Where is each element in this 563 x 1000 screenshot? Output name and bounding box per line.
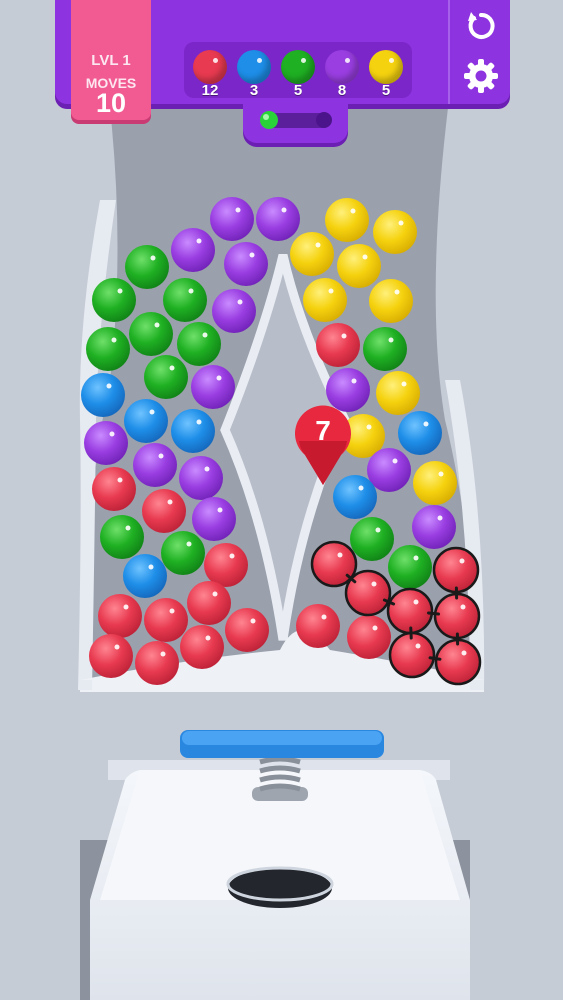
blue-ball[interactable] — [398, 411, 442, 455]
level-card: LVL 1 MOVES 10 — [71, 0, 151, 120]
red-ball-icon — [193, 50, 227, 84]
yellow-ball[interactable] — [413, 461, 457, 505]
red-ball[interactable] — [98, 594, 142, 638]
yellow-ball[interactable] — [369, 279, 413, 323]
green-ball[interactable] — [125, 245, 169, 289]
level-label: LVL 1 — [91, 52, 131, 69]
green-ball-icon — [281, 50, 315, 84]
counter-yellow: 5 — [364, 50, 408, 99]
green-ball[interactable] — [129, 312, 173, 356]
restart-button[interactable] — [460, 6, 502, 46]
counter-blue: 3 — [232, 50, 276, 99]
plunger-button-top — [182, 731, 382, 745]
yellow-ball[interactable] — [373, 210, 417, 254]
yellow-ball-icon — [369, 50, 403, 84]
blue-ball-icon — [237, 50, 271, 84]
blue-ball[interactable] — [171, 409, 215, 453]
gear-icon — [464, 59, 498, 93]
counter-blue-value: 3 — [249, 82, 259, 99]
settings-button[interactable] — [460, 56, 502, 96]
purple-ball[interactable] — [212, 289, 256, 333]
selection-count: 7 — [315, 415, 331, 446]
green-ball[interactable] — [86, 327, 130, 371]
red-ball[interactable] — [347, 615, 391, 659]
green-ball[interactable] — [177, 322, 221, 366]
progress-goal-icon — [316, 112, 332, 128]
green-ball[interactable] — [92, 278, 136, 322]
purple-ball[interactable] — [171, 228, 215, 272]
red-ball[interactable] — [204, 543, 248, 587]
counter-red: 12 — [188, 50, 232, 99]
launcher — [80, 730, 470, 1000]
selected-red-ball[interactable] — [344, 569, 392, 617]
red-ball[interactable] — [225, 608, 269, 652]
side-buttons — [448, 0, 512, 104]
green-ball[interactable] — [363, 327, 407, 371]
yellow-ball[interactable] — [303, 278, 347, 322]
selection-link — [427, 611, 440, 616]
purple-ball[interactable] — [192, 497, 236, 541]
green-ball[interactable] — [350, 517, 394, 561]
selection-link — [428, 656, 442, 661]
blue-ball[interactable] — [81, 373, 125, 417]
purple-ball-icon — [325, 50, 359, 84]
purple-ball[interactable] — [84, 421, 128, 465]
purple-ball[interactable] — [256, 197, 300, 241]
selection-count-badge: 7 — [291, 401, 355, 487]
purple-ball[interactable] — [179, 456, 223, 500]
red-ball[interactable] — [144, 598, 188, 642]
red-ball[interactable] — [92, 467, 136, 511]
counter-green-value: 5 — [293, 82, 303, 99]
container-rim — [80, 680, 484, 692]
green-ball[interactable] — [100, 515, 144, 559]
purple-ball[interactable] — [224, 242, 268, 286]
selected-red-ball[interactable] — [432, 546, 480, 594]
green-ball[interactable] — [388, 545, 432, 589]
selected-red-ball[interactable] — [434, 638, 482, 686]
counter-purple-value: 8 — [337, 82, 347, 99]
yellow-ball[interactable] — [325, 198, 369, 242]
red-ball[interactable] — [180, 625, 224, 669]
red-ball[interactable] — [316, 323, 360, 367]
blue-ball[interactable] — [124, 399, 168, 443]
blue-ball[interactable] — [123, 554, 167, 598]
purple-ball[interactable] — [210, 197, 254, 241]
counter-red-value: 12 — [201, 82, 219, 99]
selected-red-ball[interactable] — [386, 587, 434, 635]
red-ball[interactable] — [89, 634, 133, 678]
yellow-ball[interactable] — [376, 371, 420, 415]
progress-marker-icon — [260, 111, 278, 129]
game-board — [78, 108, 485, 1000]
green-ball[interactable] — [161, 531, 205, 575]
red-ball[interactable] — [142, 489, 186, 533]
moves-count: 10 — [95, 88, 127, 118]
red-ball[interactable] — [296, 604, 340, 648]
red-ball[interactable] — [135, 641, 179, 685]
purple-ball[interactable] — [412, 505, 456, 549]
progress-tab — [243, 98, 348, 143]
yellow-ball[interactable] — [337, 244, 381, 288]
restart-icon — [468, 12, 495, 39]
counter-yellow-value: 5 — [381, 82, 391, 99]
purple-ball[interactable] — [133, 443, 177, 487]
red-ball[interactable] — [187, 581, 231, 625]
green-ball[interactable] — [144, 355, 188, 399]
yellow-ball[interactable] — [290, 232, 334, 276]
green-ball[interactable] — [163, 278, 207, 322]
selected-red-ball[interactable] — [433, 592, 481, 640]
ball-counters: 12 3 5 8 5 — [184, 42, 412, 99]
counter-green: 5 — [276, 50, 320, 99]
purple-ball[interactable] — [191, 365, 235, 409]
counter-purple: 8 — [320, 50, 364, 99]
selected-red-ball[interactable] — [388, 631, 436, 679]
